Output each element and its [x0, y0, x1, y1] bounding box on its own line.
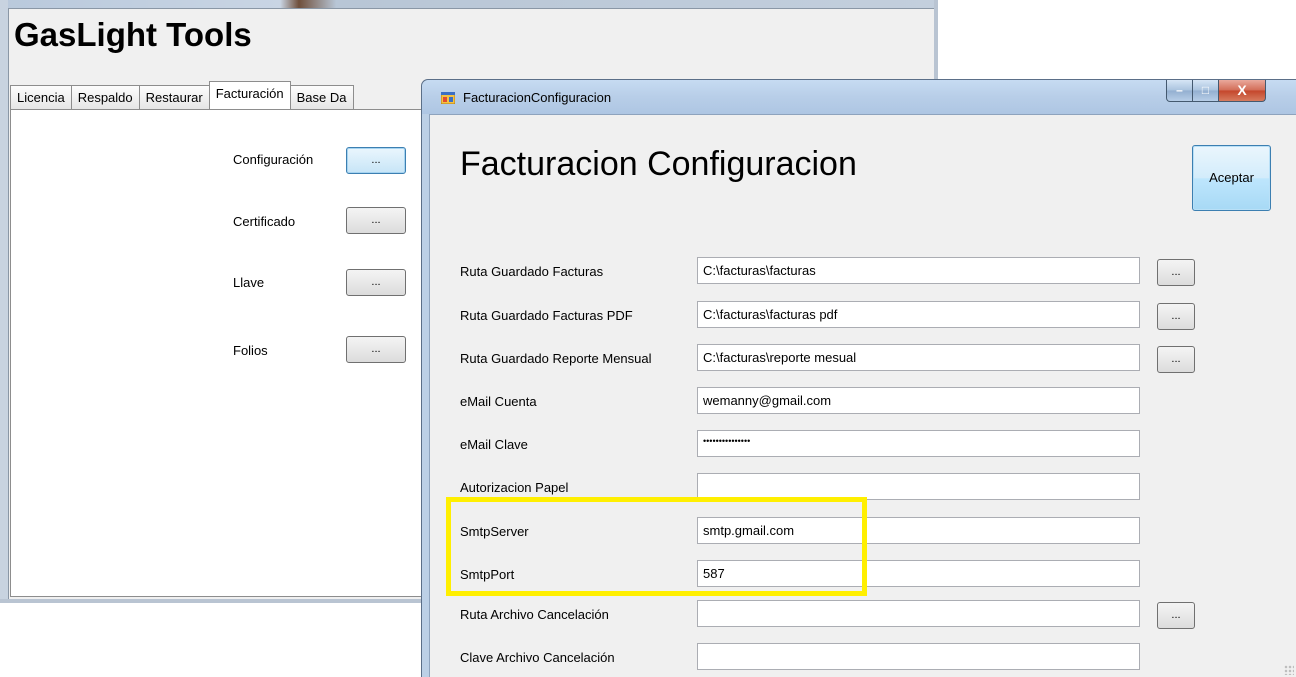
smtp-port-input[interactable]: 587	[697, 560, 1140, 587]
smtp-server-input[interactable]: smtp.gmail.com	[697, 517, 1140, 544]
form-icon	[441, 92, 455, 104]
dialog-window-title: FacturacionConfiguracion	[463, 90, 612, 105]
tab-restaurar[interactable]: Restaurar	[138, 85, 210, 109]
ruta-reporte-browse-button[interactable]: ...	[1157, 346, 1195, 373]
window-frame-left	[0, 0, 8, 599]
email-cuenta-input[interactable]: wemanny@gmail.com	[697, 387, 1140, 414]
autorizacion-papel-label: Autorizacion Papel	[460, 480, 569, 495]
ruta-facturas-label: Ruta Guardado Facturas	[460, 264, 604, 279]
facturacion-config-dialog: FacturacionConfiguracion – □ X Facturaci…	[421, 79, 1296, 677]
smtp-port-label: SmtpPort	[460, 567, 515, 582]
ruta-facturas-pdf-input[interactable]: C:\facturas\facturas pdf	[697, 301, 1140, 328]
tab-licencia[interactable]: Licencia	[10, 85, 72, 109]
ruta-cancelacion-label: Ruta Archivo Cancelación	[460, 607, 609, 622]
ruta-reporte-input[interactable]: C:\facturas\reporte mesual	[697, 344, 1140, 371]
configuracion-label: Configuración	[233, 152, 314, 167]
accept-button[interactable]: Aceptar	[1192, 145, 1271, 211]
ruta-facturas-pdf-browse-button[interactable]: ...	[1157, 303, 1195, 330]
minimize-button[interactable]: –	[1166, 80, 1193, 102]
close-button[interactable]: X	[1219, 80, 1266, 102]
ruta-facturas-pdf-label: Ruta Guardado Facturas PDF	[460, 308, 633, 323]
smtp-server-label: SmtpServer	[460, 524, 529, 539]
window-frame-top	[0, 0, 934, 8]
ruta-cancelacion-browse-button[interactable]: ...	[1157, 602, 1195, 629]
certificado-label: Certificado	[233, 214, 296, 229]
maximize-button[interactable]: □	[1193, 80, 1219, 102]
ruta-cancelacion-input[interactable]	[697, 600, 1140, 627]
email-clave-label: eMail Clave	[460, 437, 528, 452]
ruta-facturas-browse-button[interactable]: ...	[1157, 259, 1195, 286]
clave-cancelacion-input[interactable]	[697, 643, 1140, 670]
tab-facturacion[interactable]: Facturación	[208, 81, 291, 109]
llave-button[interactable]: ...	[346, 269, 406, 296]
dialog-heading: Facturacion Configuracion	[460, 145, 857, 183]
email-clave-input[interactable]: •••••••••••••••	[697, 430, 1140, 457]
ruta-facturas-input[interactable]: C:\facturas\facturas	[697, 257, 1140, 284]
email-cuenta-label: eMail Cuenta	[460, 394, 537, 409]
dialog-client-area: Facturacion Configuracion Aceptar Ruta G…	[429, 114, 1296, 677]
ruta-reporte-label: Ruta Guardado Reporte Mensual	[460, 351, 652, 366]
clave-cancelacion-label: Clave Archivo Cancelación	[460, 650, 615, 665]
llave-label: Llave	[233, 275, 265, 290]
tabstrip: Licencia Respaldo Restaurar Facturación …	[10, 81, 354, 109]
tab-base-datos[interactable]: Base Da	[289, 85, 354, 109]
configuracion-button[interactable]: ...	[346, 147, 406, 174]
resize-grip[interactable]	[1284, 665, 1294, 675]
tab-respaldo[interactable]: Respaldo	[70, 85, 140, 109]
dialog-titlebar[interactable]: FacturacionConfiguracion – □ X	[422, 80, 1296, 114]
folios-label: Folios	[233, 343, 268, 358]
certificado-button[interactable]: ...	[346, 207, 406, 234]
autorizacion-papel-input[interactable]	[697, 473, 1140, 500]
caption-buttons: – □ X	[1166, 80, 1266, 102]
folios-button[interactable]: ...	[346, 336, 406, 363]
app-title: GasLight Tools	[14, 16, 252, 53]
